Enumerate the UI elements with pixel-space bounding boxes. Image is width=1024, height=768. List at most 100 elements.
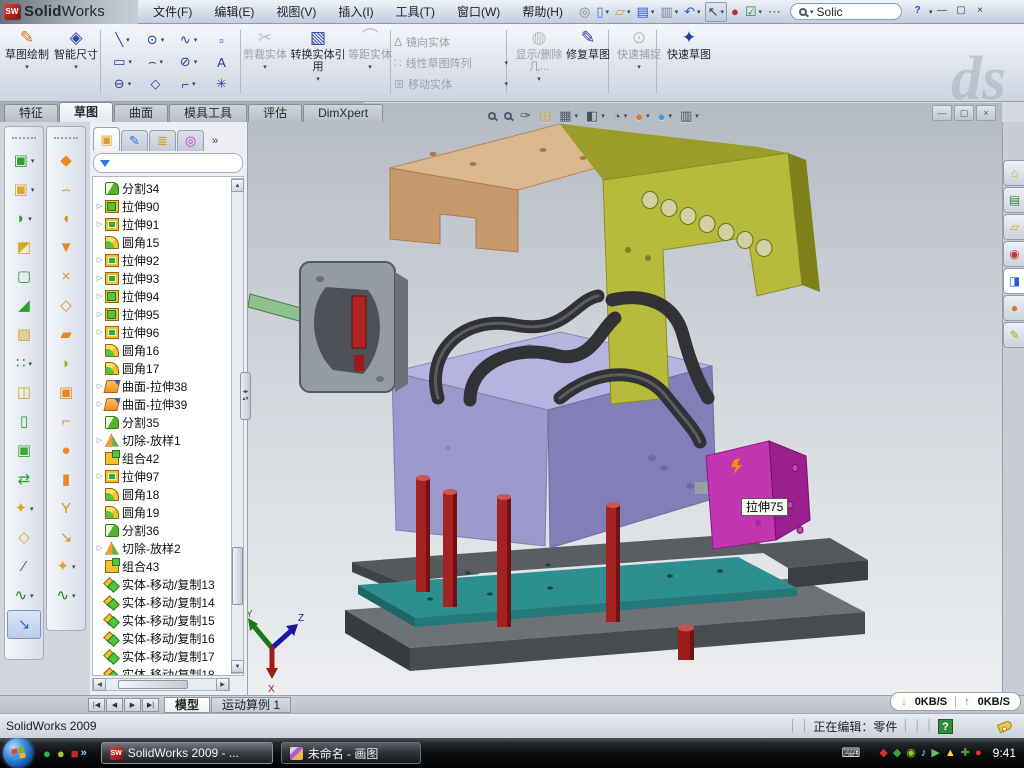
menu-item[interactable]: 工具(T) [385,1,446,23]
extruded-boss-button[interactable]: ▣▾ [7,146,41,175]
status-tray-icon[interactable]: ● [975,748,982,759]
help-button[interactable]: ? [909,4,926,19]
tab-scroll-button[interactable]: ◀ [106,698,123,712]
dropdown-caret-icon[interactable]: ▾ [504,80,508,88]
doc-restore-button[interactable]: ▢ [954,105,974,121]
close-button[interactable]: × [972,4,989,19]
dropdown-caret-icon[interactable]: ▾ [263,63,267,71]
graphics-area[interactable]: Y Z X [248,103,1002,695]
dropdown-caret-icon[interactable]: ▾ [646,112,650,120]
tab-曲面[interactable]: 曲面 [114,104,168,122]
panel-splitter-handle[interactable]: ◂▸▴▾ [240,372,251,420]
tree-item[interactable]: 圆角15 [95,233,243,251]
ejector-button[interactable]: ↘ [49,523,83,552]
dropdown-caret-icon[interactable]: ▾ [668,112,672,120]
split-button[interactable]: ▯ [7,407,41,436]
antivirus-tray-icon[interactable]: ◆ [879,748,887,759]
doc-tab-模型[interactable]: 模型 [164,697,210,713]
tag-icon[interactable] [997,719,1013,733]
tree-item[interactable]: 圆角17 [95,359,243,377]
doc-minimize-button[interactable]: — [932,105,952,121]
security-ball-icon[interactable]: ● [57,747,65,760]
display-style-button[interactable]: ◧▾ [582,106,609,126]
dropdown-caret-icon[interactable]: ▾ [697,8,701,16]
wrap-button[interactable]: ▨ [7,320,41,349]
quick-launch-chevron[interactable]: » [81,747,87,759]
zoom-magnify-button[interactable]: ✑ [516,106,535,126]
traffic-light-button[interactable]: ● [729,2,741,22]
dropdown-caret-icon[interactable]: ▾ [72,592,76,600]
fillet-button[interactable]: ◗▾ [7,204,41,233]
dimxpertmanager-tab[interactable]: ◎ [177,130,204,151]
taskbar-clock[interactable]: 9:41 [993,746,1016,760]
quick-tips-button[interactable]: ? [938,719,953,734]
tree-item[interactable]: ▷拉伸94 [95,287,243,305]
view-settings-button[interactable]: ▥▾ [676,106,703,126]
dropdown-caret-icon[interactable]: ▾ [31,186,35,194]
tree-item[interactable]: 实体-移动/复制13 [95,575,243,593]
minimize-button[interactable]: — [934,4,951,19]
propertymanager-tab[interactable]: ✎ [121,130,148,151]
scroll-right-button[interactable]: ▶ [216,678,229,691]
scroll-thumb[interactable] [232,547,243,605]
tree-item[interactable]: 圆角19 [95,503,243,521]
panel-tabs-overflow[interactable]: » [205,130,225,151]
menu-item[interactable]: 文件(F) [142,1,203,23]
dropdown-caret-icon[interactable]: ▾ [504,59,508,67]
zoom-fit-button[interactable] [484,106,500,126]
tab-scroll-button[interactable]: ▶ [124,698,141,712]
smart-dimension-button[interactable]: ◈智能尺寸▾ [52,27,100,99]
warning-tray-icon[interactable]: ▲ [945,748,956,759]
tree-item[interactable]: 实体-移动/复制17 [95,647,243,665]
mold-insert-button[interactable]: ▮ [49,465,83,494]
featuremanager-tab[interactable]: ▣ [93,127,120,151]
mirror-entities-button[interactable]: Δ镜向实体 [394,31,508,52]
solidworks-quicklaunch-icon[interactable]: ■ [71,747,79,760]
move-entities-button[interactable]: ⊞移动实体▾ [394,73,508,94]
parting-surface-button[interactable]: ▰ [49,320,83,349]
tab-评估[interactable]: 评估 [248,104,302,122]
dropdown-caret-icon[interactable]: ▾ [30,592,34,600]
expand-arrow-icon[interactable]: ▷ [95,274,104,282]
scroll-thumb[interactable] [118,680,188,689]
tree-item[interactable]: ▷切除-放样2 [95,539,243,557]
expand-arrow-icon[interactable]: ▷ [95,220,104,228]
expand-arrow-icon[interactable]: ▷ [95,436,104,444]
dropdown-caret-icon[interactable]: ▾ [537,75,541,83]
print-button[interactable]: ▥▾ [658,2,680,22]
dropdown-caret-icon[interactable]: ▾ [575,112,579,120]
tooling-split-button[interactable]: ▣ [49,378,83,407]
tree-item[interactable]: ▷拉伸96 [95,323,243,341]
dropdown-caret-icon[interactable]: ▾ [601,112,605,120]
solidworks-search-tab[interactable]: ◉ [1003,241,1024,267]
help-caret-icon[interactable]: ▾ [929,8,933,16]
dropdown-caret-icon[interactable]: ▾ [31,157,35,165]
tree-item[interactable]: ▷拉伸93 [95,269,243,287]
open-button[interactable]: ▱▾ [613,2,633,22]
plane-button[interactable]: ◇ [7,523,41,552]
shell-button[interactable]: ▢ [7,262,41,291]
search-caret-icon[interactable]: ▾ [810,8,814,16]
view-orientation-button[interactable]: ▦▾ [555,106,582,126]
expand-arrow-icon[interactable]: ▷ [95,328,104,336]
tab-特征[interactable]: 特征 [4,104,58,122]
tree-item[interactable]: 分割35 [95,413,243,431]
tab-scroll-button[interactable]: ▶| [142,698,159,712]
scroll-up-button[interactable]: ▲ [231,179,244,192]
dropdown-caret-icon[interactable]: ▾ [161,36,165,44]
tree-item[interactable]: 组合43 [95,557,243,575]
expand-arrow-icon[interactable]: ▷ [95,310,104,318]
tree-item[interactable]: ▷拉伸95 [95,305,243,323]
shield-tray-icon[interactable]: ◆ [893,748,901,759]
combine-button[interactable]: ▣ [7,436,41,465]
dropdown-caret-icon[interactable]: ▾ [192,80,196,88]
move-copy-button[interactable]: ⇄ [7,465,41,494]
save-button[interactable]: ▤▾ [635,2,657,22]
reference-star-button[interactable]: ✦▾ [49,552,83,581]
file-explorer-tab[interactable]: ▱ [1003,214,1024,240]
expand-arrow-icon[interactable]: ▷ [95,256,104,264]
dropdown-caret-icon[interactable]: ▾ [30,505,34,513]
apply-scene-button[interactable]: ●▾ [654,106,676,126]
sketch-fillet-tool[interactable]: ⌐▾ [172,73,205,95]
side-core-button[interactable]: Y [49,494,83,523]
